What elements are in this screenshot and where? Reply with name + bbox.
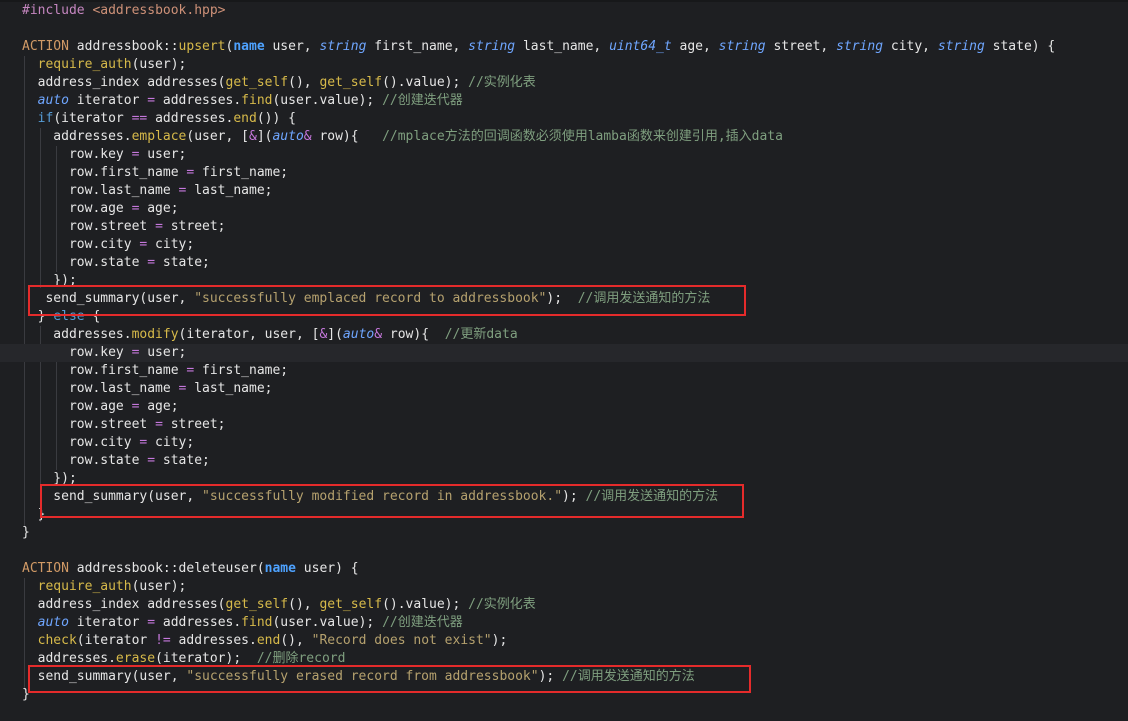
code-line[interactable]: require_auth(user); xyxy=(22,578,187,596)
include-file: <addressbook.hpp> xyxy=(92,3,226,18)
param-type: string xyxy=(718,39,766,54)
code-comment: //实例化表 xyxy=(468,75,536,90)
param-type: string xyxy=(836,39,884,54)
class-scope: addressbook:: xyxy=(76,561,179,576)
highlight-box-modify-summary xyxy=(40,484,744,518)
end-call: end xyxy=(256,633,281,648)
code-line[interactable]: row.street = street; xyxy=(22,416,226,434)
require-auth-call: require_auth xyxy=(37,57,132,72)
code-line[interactable]: auto iterator = addresses.find(user.valu… xyxy=(22,92,463,110)
find-call: find xyxy=(241,615,273,630)
require-auth-call: require_auth xyxy=(37,579,132,594)
auto-keyword: auto xyxy=(272,129,304,144)
auto-keyword: auto xyxy=(37,93,69,108)
code-line[interactable]: row.age = age; xyxy=(22,200,179,218)
current-code-line[interactable]: row.key = user; xyxy=(0,344,1128,362)
action-macro: ACTION xyxy=(22,39,69,54)
emplace-call: emplace xyxy=(131,129,187,144)
action-macro: ACTION xyxy=(22,561,69,576)
include-keyword: #include xyxy=(22,3,85,18)
find-call: find xyxy=(241,93,273,108)
code-line[interactable]: row.last_name = last_name; xyxy=(22,380,273,398)
code-line[interactable]: addresses.modify(iterator, user, [&](aut… xyxy=(22,326,518,344)
param-type: string xyxy=(468,39,516,54)
code-line[interactable]: row.last_name = last_name; xyxy=(22,182,273,200)
code-comment: //创建迭代器 xyxy=(382,93,463,108)
code-line[interactable]: ACTION addressbook::deleteuser(name user… xyxy=(22,560,359,578)
code-line[interactable]: row.state = state; xyxy=(22,254,210,272)
code-comment: //更新data xyxy=(444,327,518,342)
code-comment: //mplace方法的回调函数必须使用lamba函数来创建引用,插入data xyxy=(382,129,783,144)
code-comment: //实例化表 xyxy=(468,597,536,612)
code-line[interactable]: #include <addressbook.hpp> xyxy=(22,2,226,20)
class-scope: addressbook:: xyxy=(76,39,179,54)
param-type: name xyxy=(233,39,265,54)
code-comment: //删除record xyxy=(256,651,346,666)
erase-call: erase xyxy=(115,651,156,666)
code-line[interactable]: check(iterator != addresses.end(), "Reco… xyxy=(22,632,508,650)
highlight-box-emplace-summary xyxy=(28,285,746,316)
auto-keyword: auto xyxy=(37,615,69,630)
param-type: uint64_t xyxy=(609,39,672,54)
param-type: string xyxy=(937,39,985,54)
code-line[interactable]: address_index addresses(get_self(), get_… xyxy=(22,74,536,92)
string-literal: "Record does not exist" xyxy=(311,633,492,648)
code-line[interactable]: row.first_name = first_name; xyxy=(22,362,288,380)
code-line[interactable]: row.street = street; xyxy=(22,218,226,236)
get-self-call: get_self xyxy=(225,597,289,612)
code-line[interactable]: row.age = age; xyxy=(22,398,179,416)
get-self-call: get_self xyxy=(225,75,289,90)
code-comment: //创建迭代器 xyxy=(382,615,463,630)
code-line[interactable]: ACTION addressbook::upsert(name user, st… xyxy=(22,38,1055,56)
deleteuser-function-name: deleteuser xyxy=(178,561,257,576)
get-self-call: get_self xyxy=(319,597,383,612)
highlight-box-erase-summary xyxy=(28,665,751,693)
upsert-function-name: upsert xyxy=(178,39,226,54)
modify-call: modify xyxy=(131,327,179,342)
param-type: name xyxy=(264,561,296,576)
get-self-call: get_self xyxy=(319,75,383,90)
code-line[interactable]: require_auth(user); xyxy=(22,56,187,74)
code-line[interactable]: row.key = user; xyxy=(22,146,186,164)
param-type: string xyxy=(319,39,367,54)
code-line[interactable]: row.first_name = first_name; xyxy=(22,164,288,182)
end-call: end xyxy=(233,111,257,126)
code-line[interactable]: row.city = city; xyxy=(22,236,194,254)
code-line[interactable]: addresses.emplace(user, [&](auto& row){ … xyxy=(22,128,783,146)
code-line[interactable]: address_index addresses(get_self(), get_… xyxy=(22,596,536,614)
auto-keyword: auto xyxy=(342,327,375,342)
code-editor[interactable]: #include <addressbook.hpp> ACTION addres… xyxy=(0,0,1128,721)
code-line[interactable]: if(iterator == addresses.end()) { xyxy=(22,110,296,128)
code-line[interactable]: row.state = state; xyxy=(22,452,210,470)
code-line[interactable]: auto iterator = addresses.find(user.valu… xyxy=(22,614,463,632)
code-line[interactable]: } xyxy=(22,524,30,542)
check-call: check xyxy=(37,633,77,648)
code-line[interactable]: row.city = city; xyxy=(22,434,194,452)
